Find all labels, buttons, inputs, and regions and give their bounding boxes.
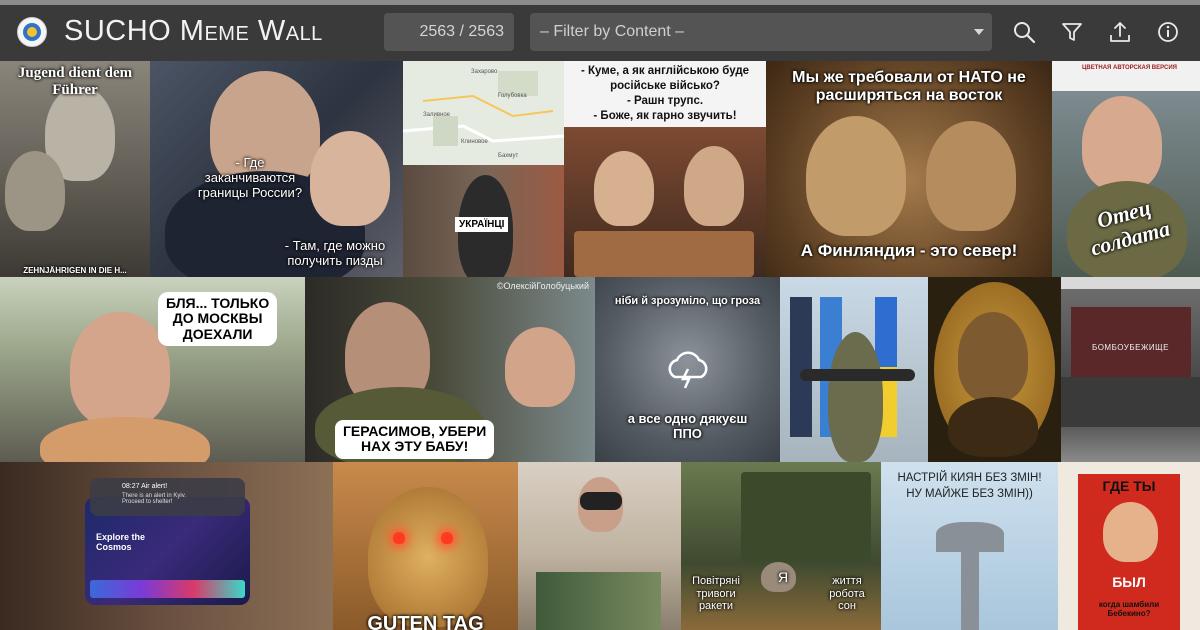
meme-top-caption: ніби й зрозуміло, що гроза: [614, 295, 761, 307]
meme-label: УКРАЇНЦІ: [455, 217, 509, 232]
truck: [741, 472, 871, 562]
meme-bottom-caption: GUTEN TAG: [367, 613, 484, 630]
headset: [580, 492, 622, 510]
cloud-bolt-icon: [663, 349, 713, 389]
boy-figure: [310, 131, 390, 226]
meme-tile-bomb-shelter[interactable]: БОМБОУБЕЖИЩЕ: [1061, 277, 1200, 462]
meme-sign: БОМБОУБЕЖИЩЕ: [1092, 343, 1169, 352]
app-title: SUCHO Meme Wall: [64, 15, 323, 48]
meme-right-caption: життя робота сон: [829, 575, 865, 613]
meme-tile-kyiv-mood[interactable]: НАСТРІЙ КИЯН БЕЗ ЗМІН! НУ МАЙЖЕ БЕЗ ЗМІН…: [881, 462, 1058, 630]
meme-tile-kume[interactable]: - Куме, а як англійською буде російське …: [564, 61, 766, 277]
leopard-figure: [368, 487, 488, 627]
speech-bubble: БЛЯ... ТОЛЬКО ДО МОСКВЫ ДОЕХАЛИ: [158, 292, 278, 347]
man-figure: [684, 146, 744, 226]
meme-tile-headset[interactable]: [518, 462, 681, 630]
map-label: Голубовка: [498, 93, 527, 99]
meme-bottom-caption: а все одно дякуєш ППО: [627, 411, 748, 441]
youth-figure: [5, 151, 65, 231]
meme-tile-pushkin[interactable]: [928, 277, 1061, 462]
soldier-figure: [1082, 96, 1162, 191]
meme-credit: ©ОлексійГолобуцький: [496, 281, 589, 291]
meme-mid-caption: Я: [777, 569, 789, 585]
meme-tile-where-were-you[interactable]: ГДЕ ТЫ БЫЛ когда шамбили Бебекино?: [1058, 462, 1200, 630]
meme-tile-truck-cat[interactable]: Повітряні тривоги ракети Я життя робота …: [681, 462, 881, 630]
statue-arms: [936, 522, 1004, 552]
shirt: [40, 417, 210, 462]
poster-top: ГДЕ ТЫ: [1102, 478, 1156, 494]
man-figure: [926, 121, 1016, 231]
woman-figure: [505, 327, 575, 407]
meme-caption: Jugend dient dem Führer: [17, 65, 133, 99]
app-title-first: SUCHO: [64, 15, 172, 47]
alert-title: 08:27 Air alert!: [122, 483, 168, 490]
meme-top-caption: НАСТРІЙ КИЯН БЕЗ ЗМІН! НУ МАЙЖЕ БЕЗ ЗМІН…: [897, 472, 1042, 501]
meme-tile-vision-alert[interactable]: 08:27 Air alert! There is an alert in Ky…: [0, 462, 333, 630]
item-counter[interactable]: 2563 / 2563: [384, 13, 514, 51]
poster-bottom: когда шамбили Бебекино?: [1098, 600, 1160, 618]
search-icon[interactable]: [1010, 18, 1038, 46]
panel-heading: Explore the Cosmos: [96, 532, 146, 552]
speech-bubble: ГЕРАСИМОВ, УБЕРИ НАХ ЭТУ БАБУ!: [335, 420, 495, 459]
missile: [800, 369, 915, 381]
meme-bottom-caption: ZEHNJÄHRIGEN IN DIE H...: [23, 266, 127, 275]
logo-core: [27, 27, 37, 37]
upload-icon[interactable]: [1106, 18, 1134, 46]
meme-grid: Jugend dient dem Führer ZEHNJÄHRIGEN IN …: [0, 61, 1200, 630]
soldier-figure: [828, 332, 883, 462]
meme-left-caption: Повітряні тривоги ракети: [692, 575, 740, 613]
filter-icon[interactable]: [1058, 18, 1086, 46]
man-figure: [806, 116, 906, 236]
app-title-rest: Meme Wall: [179, 15, 323, 47]
meme-text: - Куме, а як англійською буде російське …: [580, 65, 750, 122]
man-figure: [958, 312, 1028, 402]
content-filter-select[interactable]: – Filter by Content –: [530, 13, 992, 51]
sucho-logo[interactable]: [17, 17, 47, 47]
meme-tile-missile[interactable]: [780, 277, 928, 462]
meme-tile-nato[interactable]: Мы же требовали от НАТО не расширяться н…: [766, 61, 1052, 277]
map-label: Клиновое: [461, 139, 488, 145]
air-alert-notification: 08:27 Air alert! There is an alert in Ky…: [90, 478, 245, 516]
meme-tile-soldier-father[interactable]: ЦВЕТНАЯ АВТОРСКАЯ ВЕРСИЯ Отец солдата: [1052, 61, 1200, 277]
caret-down-icon: [974, 29, 984, 35]
filter-placeholder: – Filter by Content –: [540, 23, 685, 40]
poster-mid: БЫЛ: [1112, 574, 1146, 590]
meme-tile-jugend[interactable]: Jugend dient dem Führer ZEHNJÄHRIGEN IN …: [0, 61, 150, 277]
man-figure: [1103, 502, 1158, 562]
meme-answer: - Там, где можно получить пизды: [284, 238, 386, 268]
crowd: [1061, 377, 1200, 427]
laser-eye: [393, 532, 405, 544]
map-label: Заливное: [423, 112, 451, 118]
inset-photo: [536, 572, 661, 630]
woman-figure: [70, 312, 170, 427]
meme-tile-ukrainians[interactable]: УКРАЇНЦІ: [403, 165, 564, 277]
flag: [790, 297, 812, 437]
meme-tile-gerasimov[interactable]: ©ОлексійГолобуцький ГЕРАСИМОВ, УБЕРИ НАХ…: [305, 277, 595, 462]
meme-tile-map[interactable]: Захарово Голубовка Заливное Клиновое Бахмут: [403, 61, 564, 165]
meme-tile-guten-tag[interactable]: GUTEN TAG: [333, 462, 518, 630]
meme-corner-text: ЦВЕТНАЯ АВТОРСКАЯ ВЕРСИЯ: [1082, 65, 1177, 71]
meme-question: - Где заканчиваются границы России?: [197, 155, 303, 200]
info-icon[interactable]: [1154, 18, 1182, 46]
meme-top-caption: Мы же требовали от НАТО не расширяться н…: [792, 69, 1026, 105]
meme-tile-ppo[interactable]: ніби й зрозуміло, що гроза а все одно дя…: [595, 277, 780, 462]
map-label: Захарово: [471, 69, 498, 75]
app-thumbnails: [90, 580, 245, 598]
table: [574, 231, 754, 277]
map-graphic: Захарово Голубовка Заливное Клиновое Бахмут: [403, 61, 564, 165]
meme-tile-borders[interactable]: - Где заканчиваются границы России? - Та…: [150, 61, 403, 277]
meme-tile-moscow[interactable]: БЛЯ... ТОЛЬКО ДО МОСКВЫ ДОЕХАЛИ: [0, 277, 305, 462]
laser-eye: [441, 532, 453, 544]
alert-body: There is an alert in Kyiv. Proceed to sh…: [122, 493, 186, 505]
meme-bottom-caption: А Финляндия - это север!: [800, 241, 1018, 260]
map-label: Бахмут: [498, 153, 518, 159]
top-bar: SUCHO Meme Wall 2563 / 2563 – Filter by …: [0, 5, 1200, 61]
coat: [948, 397, 1038, 457]
man-figure: [594, 151, 654, 226]
